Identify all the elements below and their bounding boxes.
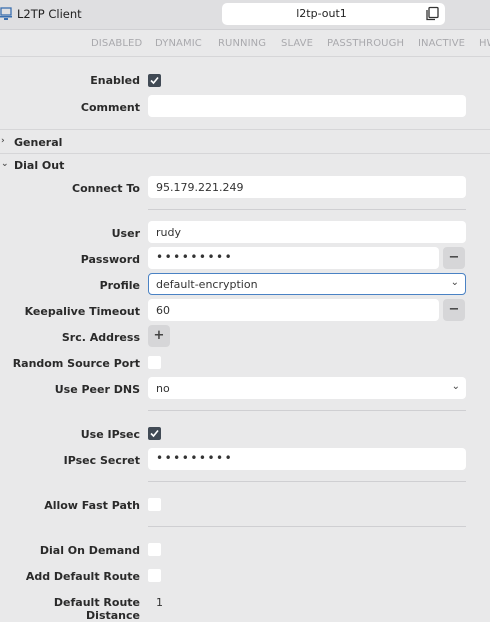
section-dial-out-title: Dial Out [14, 159, 65, 172]
chevron-down-icon: ⌄ [450, 277, 459, 288]
minus-icon: − [448, 302, 460, 317]
enabled-checkbox[interactable] [148, 74, 161, 87]
chevron-right-icon: › [1, 136, 5, 146]
flag-inactive: INACTIVE [418, 38, 466, 49]
user-field[interactable]: rudy [148, 221, 466, 243]
group-separator [148, 481, 466, 482]
user-label: User [111, 227, 140, 240]
src-address-add-button[interactable]: + [148, 325, 170, 347]
dial-on-demand-checkbox[interactable] [148, 543, 161, 556]
copy-icon[interactable] [425, 6, 440, 21]
use-peer-dns-select[interactable]: no ⌄ [148, 377, 466, 399]
checkmark-icon [150, 429, 159, 438]
keepalive-timeout-label: Keepalive Timeout [24, 305, 140, 318]
profile-label: Profile [99, 279, 140, 292]
allow-fast-path-checkbox[interactable] [148, 498, 161, 511]
chevron-down-icon: ⌄ [451, 381, 460, 392]
password-label: Password [80, 253, 140, 266]
random-source-port-label: Random Source Port [12, 357, 140, 370]
password-value: ••••••••• [156, 250, 234, 264]
keepalive-timeout-value: 60 [156, 304, 170, 317]
plus-icon: + [153, 328, 165, 343]
profile-select[interactable]: default-encryption ⌄ [148, 273, 466, 295]
flag-dynamic: DYNAMIC [155, 38, 202, 49]
ipsec-secret-value: ••••••••• [156, 451, 234, 465]
chevron-down-icon: ⌄ [1, 159, 9, 169]
connect-to-label: Connect To [72, 182, 140, 195]
flag-disabled: DISABLED [91, 38, 143, 49]
default-route-distance-label: Default Route Distance [53, 596, 140, 622]
flag-running: RUNNING [218, 38, 267, 49]
ipsec-secret-label: IPsec Secret [63, 454, 140, 467]
status-flags-bar: DISABLED DYNAMIC RUNNING SLAVE PASSTHROU… [0, 29, 490, 57]
checkmark-icon [150, 76, 159, 85]
comment-label: Comment [80, 101, 140, 114]
flag-passthrough: PASSTHROUGH [327, 38, 405, 49]
comment-field[interactable] [148, 95, 466, 117]
src-address-label: Src. Address [61, 331, 140, 344]
minus-icon: − [448, 250, 460, 265]
use-peer-dns-value: no [156, 382, 170, 395]
group-separator [148, 209, 466, 210]
password-field[interactable]: ••••••••• [148, 247, 439, 269]
use-ipsec-checkbox[interactable] [148, 427, 161, 440]
interface-name-field[interactable]: l2tp-out1 [222, 3, 445, 25]
user-value: rudy [156, 226, 181, 239]
profile-value: default-encryption [156, 278, 258, 291]
dial-on-demand-label: Dial On Demand [39, 544, 140, 557]
window-title: L2TP Client [17, 7, 82, 21]
flag-hw: HW [479, 38, 490, 49]
group-separator [148, 526, 466, 527]
default-route-distance-value: 1 [156, 596, 163, 609]
keepalive-remove-button[interactable]: − [443, 299, 465, 321]
use-peer-dns-label: Use Peer DNS [54, 383, 140, 396]
connect-to-field[interactable]: 95.179.221.249 [148, 176, 466, 198]
use-ipsec-label: Use IPsec [80, 428, 140, 441]
add-default-route-label: Add Default Route [25, 570, 140, 583]
random-source-port-checkbox[interactable] [148, 356, 161, 369]
connect-to-value: 95.179.221.249 [156, 181, 244, 194]
network-interface-icon [0, 7, 12, 20]
section-divider [0, 129, 490, 130]
section-general-title: General [14, 136, 63, 149]
flag-slave: SLAVE [281, 38, 314, 49]
keepalive-timeout-field[interactable]: 60 [148, 299, 439, 321]
add-default-route-checkbox[interactable] [148, 569, 161, 582]
allow-fast-path-label: Allow Fast Path [44, 499, 140, 512]
interface-name-value: l2tp-out1 [296, 7, 347, 20]
ipsec-secret-field[interactable]: ••••••••• [148, 448, 466, 470]
group-separator [148, 410, 466, 411]
window-titlebar: L2TP Client l2tp-out1 [0, 0, 490, 30]
enabled-label: Enabled [90, 74, 140, 87]
section-divider [0, 153, 490, 154]
password-remove-button[interactable]: − [443, 247, 465, 269]
